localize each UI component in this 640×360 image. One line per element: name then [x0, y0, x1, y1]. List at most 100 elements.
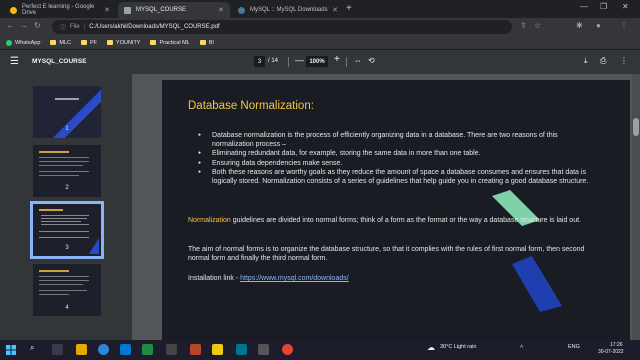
thumbnail-sidebar: 1 2 3 4	[0, 74, 132, 340]
zoom-in-button[interactable]: +	[334, 54, 340, 65]
tab-mysql-downloads[interactable]: MySQL :: MySQL Downloads ✕	[232, 2, 344, 18]
pdf-page: Database Normalization: Database normali…	[162, 80, 630, 342]
profile-icon[interactable]: ●	[596, 21, 601, 30]
thumbnail-number: 4	[65, 305, 69, 311]
powerpoint-icon[interactable]	[190, 344, 201, 355]
store-icon[interactable]	[120, 344, 131, 355]
hamburger-menu-icon[interactable]: ☰	[10, 56, 19, 67]
address-bar-row: ← → ↻ ⓘ File | C:/Users/akhil/Downloads/…	[0, 18, 640, 36]
clock-time[interactable]: 17:26	[610, 342, 623, 348]
bullet-item: Database normalization is the process of…	[198, 131, 594, 149]
zoom-out-button[interactable]: —	[295, 55, 304, 65]
thumbnail-number: 2	[65, 185, 69, 191]
installation-link[interactable]: https://www.mysql.com/downloads/	[240, 275, 349, 282]
terminal-icon[interactable]	[166, 344, 177, 355]
search-icon[interactable]: ⌕	[30, 343, 34, 353]
google-drive-icon	[10, 6, 17, 14]
tab-google-drive[interactable]: Perfect E learning - Google Drive ✕	[4, 2, 116, 18]
forward-icon[interactable]: →	[20, 21, 28, 30]
scrollbar-thumb[interactable]	[633, 118, 639, 136]
rotate-icon[interactable]: ⟲	[368, 56, 375, 65]
tab-title: Perfect E learning - Google Drive	[22, 4, 95, 16]
reload-icon[interactable]: ↻	[34, 21, 41, 30]
powerbi-icon[interactable]	[212, 344, 223, 355]
bullet-list: Database normalization is the process of…	[198, 131, 594, 186]
star-icon[interactable]: ☆	[534, 21, 541, 30]
thumbnail-text-line	[39, 171, 89, 172]
slide-decoration	[492, 190, 562, 312]
page-number-input[interactable]: 3	[254, 56, 265, 67]
close-icon[interactable]: ✕	[104, 6, 110, 14]
back-icon[interactable]: ←	[6, 21, 14, 30]
maximize-icon[interactable]: ❐	[600, 2, 607, 11]
whatsapp-icon	[6, 39, 12, 46]
close-icon[interactable]: ✕	[218, 6, 224, 14]
info-icon[interactable]: ⓘ	[60, 23, 66, 32]
windows-start-icon[interactable]	[6, 345, 16, 355]
bullet-item: Eliminating redundant data, for example,…	[198, 149, 594, 158]
window-close-icon[interactable]: ✕	[622, 2, 629, 11]
address-bar[interactable]: ⓘ File | C:/Users/akhil/Downloads/MYSQL_…	[52, 20, 512, 34]
bookmark-label: MLC	[59, 39, 71, 46]
folder-icon	[150, 40, 157, 45]
clock-date[interactable]: 30-07-2022	[598, 349, 624, 355]
taskbar: ⌕ ☁ 30°C Light rain ˄ ENG 17:26 30-07-20…	[0, 340, 640, 360]
bookmark-younity[interactable]: YOUNITY	[107, 40, 140, 46]
bookmark-mlc[interactable]: MLC	[50, 40, 71, 46]
slide-title: Database Normalization:	[188, 100, 314, 112]
edge-icon[interactable]	[98, 344, 109, 355]
bookmark-label: Practical ML	[159, 39, 190, 46]
fit-page-icon[interactable]: ⇔	[354, 56, 362, 65]
zoom-level-input[interactable]: 100%	[306, 56, 328, 67]
close-icon[interactable]: ✕	[332, 6, 338, 14]
file-explorer-icon[interactable]	[76, 344, 87, 355]
thumbnail-text-line	[39, 290, 87, 291]
tab-mysql-course[interactable]: MYSQL_COURSE ✕	[118, 2, 230, 18]
weather-text[interactable]: 30°C Light rain	[440, 344, 476, 350]
chevron-up-icon[interactable]: ˄	[520, 344, 523, 350]
language-indicator[interactable]: ENG	[568, 344, 580, 350]
bookmarks-bar: WhatsApp MLC PF YOUNITY Practical ML BI	[0, 36, 640, 50]
divider: |	[83, 24, 86, 30]
minimize-icon[interactable]: —	[580, 2, 588, 11]
weather-icon: ☁	[427, 343, 435, 352]
folder-icon	[107, 40, 114, 45]
thumbnail-text-line	[39, 151, 69, 153]
bookmark-whatsapp[interactable]: WhatsApp	[6, 39, 41, 46]
share-icon[interactable]: ⇪	[520, 21, 527, 30]
folder-icon	[81, 40, 87, 45]
bookmark-pf[interactable]: PF	[81, 40, 97, 46]
app-icon[interactable]	[258, 344, 269, 355]
tab-title: MYSQL_COURSE	[136, 7, 187, 13]
mysql-icon	[238, 6, 245, 14]
thumbnail-text-line	[39, 270, 69, 272]
print-icon[interactable]: ⎙	[600, 56, 606, 66]
menu-dots-icon[interactable]: ⋮	[620, 21, 628, 30]
task-view-icon[interactable]	[52, 344, 63, 355]
thumbnail-text-line	[39, 165, 83, 166]
folder-icon	[199, 40, 206, 45]
mysql-workbench-icon[interactable]	[236, 344, 247, 355]
pdf-viewer: 1 2 3 4 Database Normalization: ● Databa…	[0, 74, 640, 342]
chrome-icon[interactable]	[282, 344, 293, 355]
scrollbar[interactable]	[632, 74, 640, 340]
more-options-icon[interactable]: ⋮	[620, 56, 628, 65]
divider	[288, 57, 289, 67]
thumbnail-text-line	[39, 280, 89, 281]
bookmark-bi[interactable]: BI	[199, 40, 214, 46]
thumbnail-text-line	[39, 209, 63, 211]
download-icon[interactable]: ⤓	[584, 56, 588, 66]
bookmark-label: WhatsApp	[15, 39, 41, 46]
thumbnail-number: 1	[65, 126, 69, 132]
excel-icon[interactable]	[142, 344, 153, 355]
bookmark-label: PF	[90, 39, 98, 46]
pdf-toolbar: ☰ MYSQL_COURSE 3 / 14 — 100% + ⇔ ⟲ ⤓ ⎙ ⋮	[0, 50, 640, 74]
blue-accent-shape	[512, 256, 562, 312]
thumbnail-text-line	[39, 161, 89, 162]
thumbnail-text-line	[39, 175, 79, 176]
extensions-icon[interactable]: ✱	[576, 21, 583, 30]
new-tab-button[interactable]: +	[346, 3, 352, 14]
bookmark-practical-ml[interactable]: Practical ML	[150, 39, 190, 46]
thumbnail-text-line	[39, 294, 69, 295]
highlighted-term: Normalization	[188, 217, 231, 224]
